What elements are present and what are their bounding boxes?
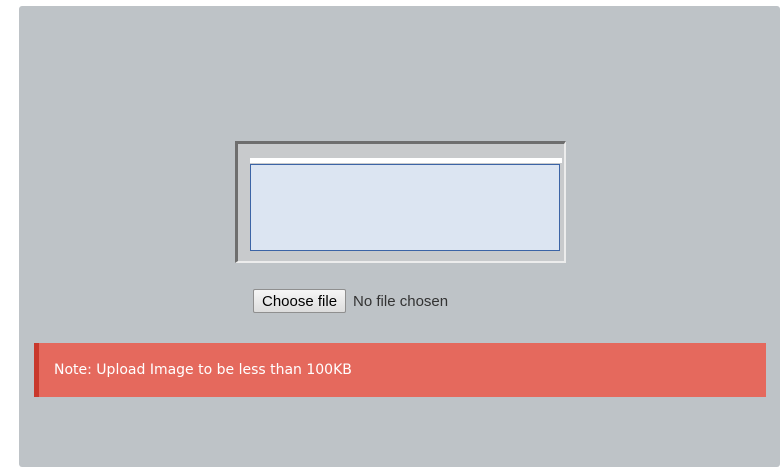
image-preview-area [250, 164, 560, 251]
image-preview-frame [235, 141, 566, 263]
file-status-text: No file chosen [353, 292, 449, 310]
note-text: Note: Upload Image to be less than 100KB [54, 362, 352, 378]
frame-highlight-strip [250, 158, 562, 163]
file-input[interactable]: Choose file No file chosen [253, 288, 448, 314]
upload-note-alert: Note: Upload Image to be less than 100KB [34, 343, 766, 397]
choose-file-button[interactable]: Choose file [253, 289, 347, 313]
